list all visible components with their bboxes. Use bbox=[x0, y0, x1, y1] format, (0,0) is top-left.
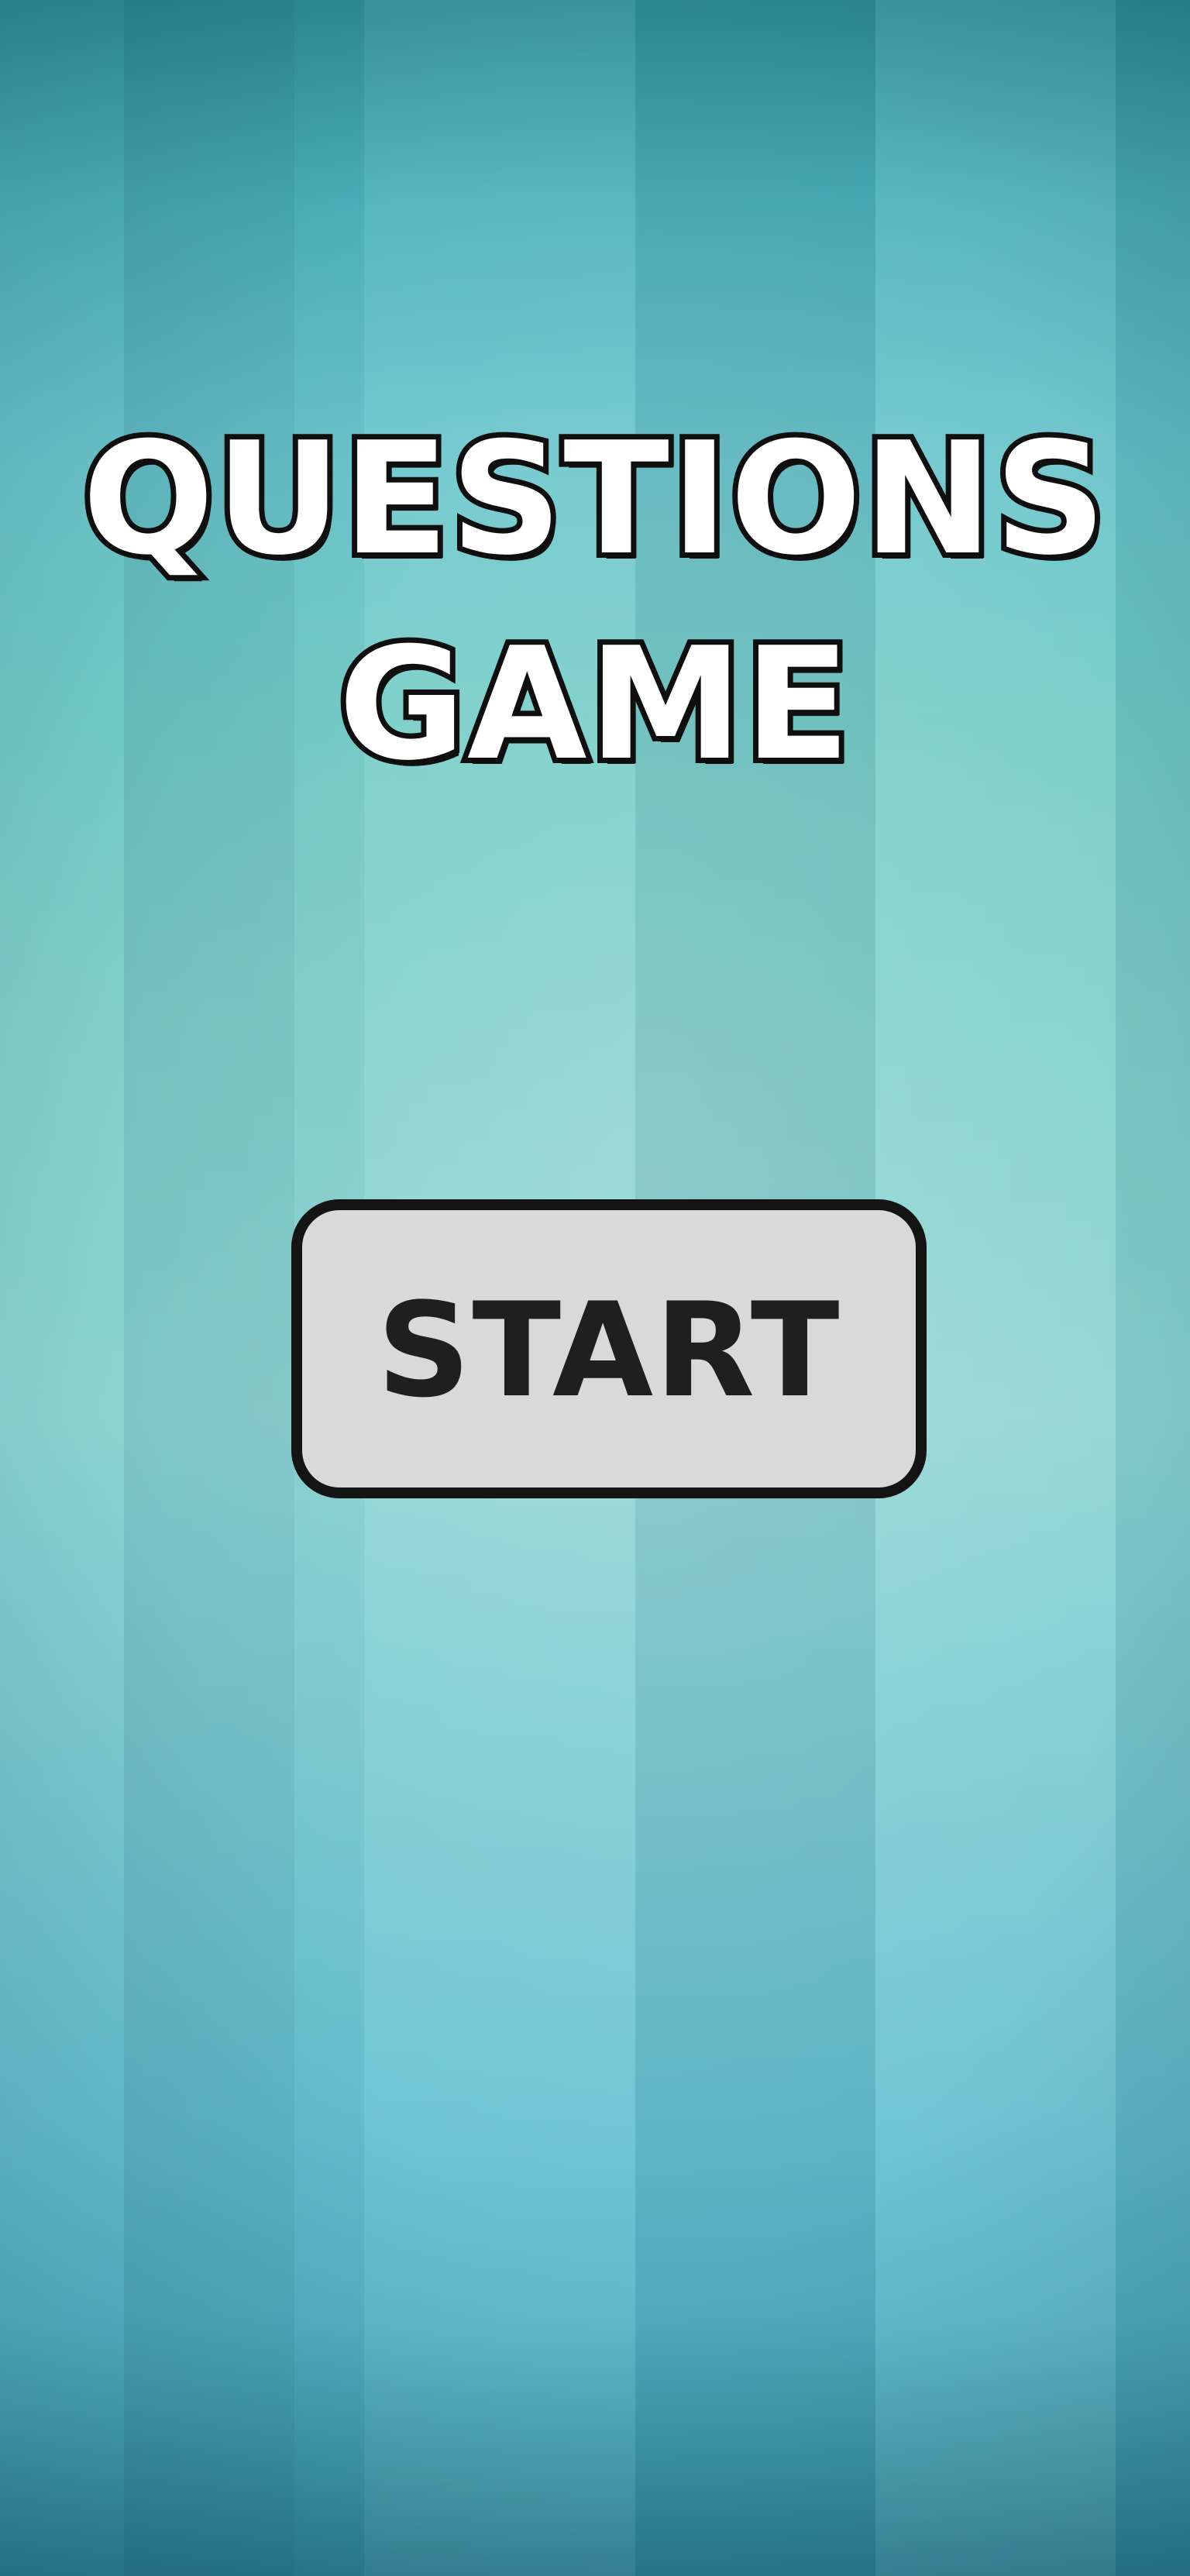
start-button-label: START bbox=[377, 1274, 841, 1426]
start-button[interactable]: START bbox=[291, 1199, 927, 1498]
game-title-line-1: QUESTIONS bbox=[77, 409, 1111, 590]
game-title-line-2: GAME bbox=[333, 614, 856, 795]
